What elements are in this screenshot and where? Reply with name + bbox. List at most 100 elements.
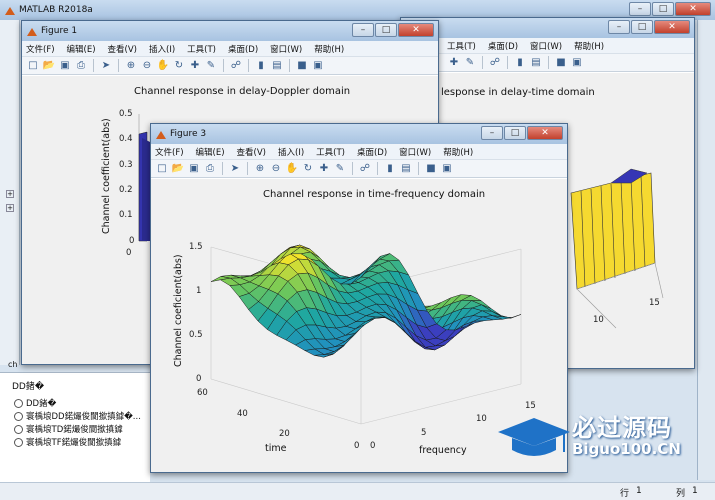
menu-tools[interactable]: 工具(T) (187, 43, 216, 55)
workspace-panel: DD鍺� DD鍺� 寰楀埌DD鍩熶俊閬撳搷鎼�... 寰楀埌TD鍩熶俊閬撳搷鎼 … (0, 372, 150, 482)
print-icon[interactable]: ⎙ (203, 162, 217, 176)
maximize-button[interactable]: □ (631, 20, 653, 34)
menu-window[interactable]: 窗口(W) (399, 146, 431, 158)
close-button[interactable]: ✕ (527, 126, 563, 140)
close-button[interactable]: ✕ (398, 23, 434, 37)
hide-plot-tools-icon[interactable]: ■ (424, 162, 438, 176)
new-figure-icon[interactable]: □ (26, 59, 40, 73)
print-icon[interactable]: ⎙ (74, 59, 88, 73)
workspace-label: DD鍺� (12, 382, 45, 392)
menu-file[interactable]: 文件(F) (155, 146, 184, 158)
link-icon[interactable]: ☍ (488, 56, 502, 70)
hide-plot-tools-icon[interactable]: ■ (554, 56, 568, 70)
menu-window[interactable]: 窗口(W) (530, 40, 562, 52)
hide-plot-tools-icon[interactable]: ■ (295, 59, 309, 73)
data-cursor-icon[interactable]: ✚ (447, 56, 461, 70)
watermark-logo: 必过源码 Biguo100.CN (494, 408, 704, 464)
open-file-icon[interactable]: 📂 (42, 59, 56, 73)
status-col-label: 列 (676, 489, 686, 499)
menu-insert[interactable]: 插入(I) (278, 146, 304, 158)
left-tab-label[interactable]: ch (8, 360, 17, 369)
brush-icon[interactable]: ✎ (463, 56, 477, 70)
status-row-label: 行 (620, 489, 630, 499)
main-status-bar: 行 1 列 1 (0, 482, 715, 500)
pointer-icon[interactable]: ➤ (99, 59, 113, 73)
workspace-item-2[interactable]: 寰楀埌TD鍩熶俊閬撳搷鎼 (14, 423, 123, 435)
menu-insert[interactable]: 插入(I) (149, 43, 175, 55)
figure2-menubar: 工具(T) 桌面(D) 窗口(W) 帮助(H) (401, 38, 694, 54)
menu-help[interactable]: 帮助(H) (574, 40, 604, 52)
maximize-button[interactable]: □ (652, 2, 674, 16)
show-plot-tools-icon[interactable]: ▣ (440, 162, 454, 176)
colorbar-icon[interactable]: ▮ (254, 59, 268, 73)
pointer-icon[interactable]: ➤ (228, 162, 242, 176)
close-button[interactable]: ✕ (654, 20, 690, 34)
pan-icon[interactable]: ✋ (156, 59, 170, 73)
minimize-button[interactable]: – (481, 126, 503, 140)
colorbar-icon[interactable]: ▮ (513, 56, 527, 70)
menu-desktop[interactable]: 桌面(D) (228, 43, 258, 55)
time-tick-label: 20 (279, 429, 290, 439)
maximize-button[interactable]: □ (375, 23, 397, 37)
show-plot-tools-icon[interactable]: ▣ (570, 56, 584, 70)
freq-tick-label: 5 (421, 428, 427, 438)
status-col-value: 1 (692, 486, 698, 496)
expand-icon-2[interactable]: + (6, 204, 14, 212)
rotate-icon[interactable]: ↻ (301, 162, 315, 176)
frequency-axis-label: frequency (419, 445, 467, 456)
menu-tools[interactable]: 工具(T) (316, 146, 345, 158)
zoom-in-icon[interactable]: ⊕ (253, 162, 267, 176)
main-window-title: MATLAB R2018a (19, 5, 93, 15)
data-cursor-icon[interactable]: ✚ (317, 162, 331, 176)
expand-icon[interactable]: + (6, 190, 14, 198)
menu-edit[interactable]: 编辑(E) (196, 146, 225, 158)
data-cursor-icon[interactable]: ✚ (188, 59, 202, 73)
script-icon (14, 424, 23, 434)
menu-view[interactable]: 查看(V) (237, 146, 266, 158)
figure3-toolbar: □ 📂 ▣ ⎙ ➤ ⊕ ⊖ ✋ ↻ ✚ ✎ ☍ ▮ ▤ ■ ▣ (151, 160, 567, 178)
menu-tools[interactable]: 工具(T) (447, 40, 476, 52)
minimize-button[interactable]: – (608, 20, 630, 34)
colorbar-icon[interactable]: ▮ (383, 162, 397, 176)
workspace-item-label: DD鍺� (26, 399, 57, 409)
menu-help[interactable]: 帮助(H) (443, 146, 473, 158)
figure2-toolbar: ✚ ✎ ☍ ▮ ▤ ■ ▣ (401, 54, 694, 72)
open-file-icon[interactable]: 📂 (171, 162, 185, 176)
save-icon[interactable]: ▣ (187, 162, 201, 176)
menu-help[interactable]: 帮助(H) (314, 43, 344, 55)
link-icon[interactable]: ☍ (229, 59, 243, 73)
brush-icon[interactable]: ✎ (333, 162, 347, 176)
menu-file[interactable]: 文件(F) (26, 43, 55, 55)
legend-icon[interactable]: ▤ (399, 162, 413, 176)
script-icon (14, 398, 23, 408)
legend-icon[interactable]: ▤ (529, 56, 543, 70)
status-row-value: 1 (636, 486, 642, 496)
maximize-button[interactable]: □ (504, 126, 526, 140)
workspace-item-1[interactable]: 寰楀埌DD鍩熶俊閬撳搷鎼�... (14, 410, 141, 422)
minimize-button[interactable]: – (352, 23, 374, 37)
workspace-item-label: 寰楀埌TD鍩熶俊閬撳搷鎼 (26, 425, 123, 435)
show-plot-tools-icon[interactable]: ▣ (311, 59, 325, 73)
legend-icon[interactable]: ▤ (270, 59, 284, 73)
rotate-icon[interactable]: ↻ (172, 59, 186, 73)
menu-view[interactable]: 查看(V) (108, 43, 137, 55)
pan-icon[interactable]: ✋ (285, 162, 299, 176)
menu-desktop[interactable]: 桌面(D) (357, 146, 387, 158)
zoom-out-icon[interactable]: ⊖ (269, 162, 283, 176)
menu-window[interactable]: 窗口(W) (270, 43, 302, 55)
save-icon[interactable]: ▣ (58, 59, 72, 73)
workspace-item-3[interactable]: 寰楀埌TF鍩熶俊閬撳搷鎼 (14, 436, 121, 448)
brush-icon[interactable]: ✎ (204, 59, 218, 73)
new-figure-icon[interactable]: □ (155, 162, 169, 176)
workspace-item-label: 寰楀埌TF鍩熶俊閬撳搷鎼 (26, 438, 122, 448)
minimize-button[interactable]: – (629, 2, 651, 16)
zoom-in-icon[interactable]: ⊕ (124, 59, 138, 73)
menu-desktop[interactable]: 桌面(D) (488, 40, 518, 52)
figure3-title: Figure 3 (170, 129, 207, 139)
zoom-out-icon[interactable]: ⊖ (140, 59, 154, 73)
workspace-item-0[interactable]: DD鍺� (14, 397, 56, 409)
close-button[interactable]: ✕ (675, 2, 711, 16)
link-icon[interactable]: ☍ (358, 162, 372, 176)
figure3-menubar: 文件(F) 编辑(E) 查看(V) 插入(I) 工具(T) 桌面(D) 窗口(W… (151, 144, 567, 160)
menu-edit[interactable]: 编辑(E) (67, 43, 96, 55)
